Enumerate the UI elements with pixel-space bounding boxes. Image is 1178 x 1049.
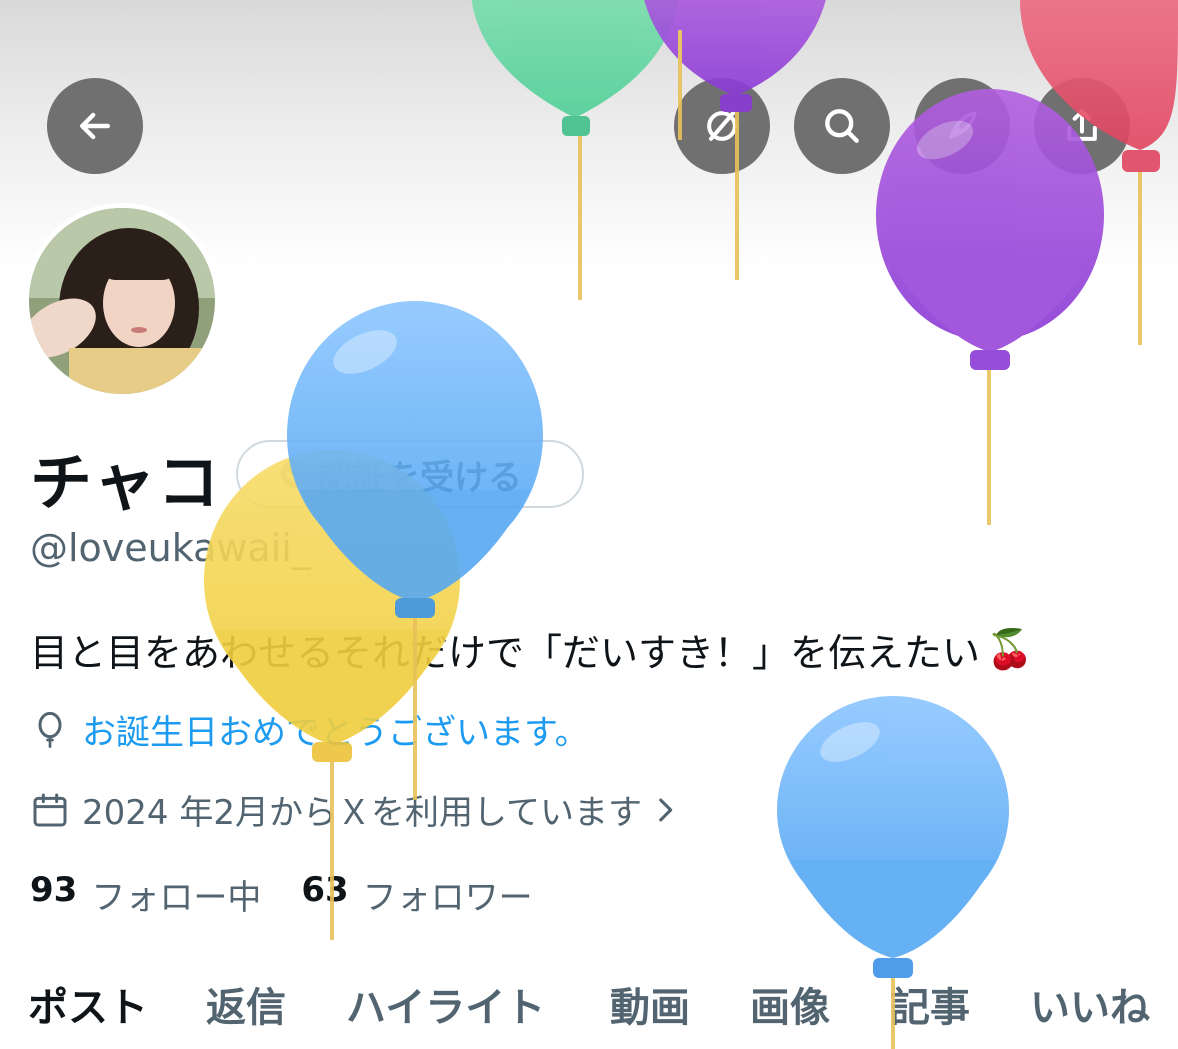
- tab-images[interactable]: 画像: [750, 975, 830, 1033]
- cherry-emoji: 🍒: [986, 627, 1034, 671]
- location-text[interactable]: お誕生日おめでとうございます。: [82, 705, 589, 754]
- verified-badge-icon: [280, 459, 310, 489]
- following-count[interactable]: 93: [30, 870, 77, 919]
- balloon-yellow: [204, 450, 460, 940]
- avatar[interactable]: [24, 203, 220, 399]
- grok-icon: [707, 111, 737, 141]
- feather-icon: [949, 111, 977, 139]
- chevron-right-icon: [659, 798, 673, 821]
- tab-articles[interactable]: 記事: [890, 975, 970, 1033]
- follow-stats: 93 フォロー中 63 フォロワー: [30, 870, 573, 919]
- share-icon: [1067, 109, 1097, 141]
- tab-videos[interactable]: 動画: [610, 975, 690, 1033]
- display-name: チャコ: [30, 446, 222, 519]
- get-verified-label: 認証を受ける: [318, 457, 522, 498]
- profile-tabs: ポスト 返信 ハイライト 動画 画像 記事 いいね: [0, 975, 1178, 1035]
- bio: 目と目をあわせるそれだけで「だいすき！」を伝えたい 🍒: [30, 622, 1033, 677]
- tab-highlights[interactable]: ハイライト: [346, 975, 545, 1033]
- bio-text: 目と目をあわせるそれだけで「だいすき！」を伝えたい: [30, 631, 981, 675]
- arrow-left-icon: [79, 112, 111, 140]
- location-row: お誕生日おめでとうございます。: [30, 705, 589, 754]
- user-handle: @loveukawaii_: [30, 526, 311, 570]
- edit-button[interactable]: [914, 78, 1010, 174]
- tab-replies[interactable]: 返信: [206, 975, 286, 1033]
- balloon-icon: [38, 711, 62, 748]
- get-verified-button[interactable]: 認証を受ける: [236, 440, 584, 508]
- followers-label[interactable]: フォロワー: [363, 870, 533, 919]
- grok-button[interactable]: [674, 78, 770, 174]
- joined-row[interactable]: 2024 年2月からＸを利用しています: [30, 785, 694, 834]
- search-button[interactable]: [794, 78, 890, 174]
- tab-posts[interactable]: ポスト: [28, 975, 148, 1033]
- followers-count[interactable]: 63: [301, 870, 348, 919]
- joined-text: 2024 年2月からＸを利用しています: [82, 793, 642, 833]
- avatar-photo: [29, 208, 215, 394]
- search-icon: [825, 109, 859, 143]
- following-label[interactable]: フォロー中: [91, 870, 261, 919]
- calendar-icon: [33, 793, 67, 826]
- tab-likes[interactable]: いいね: [1030, 975, 1150, 1033]
- share-button[interactable]: [1034, 78, 1130, 174]
- back-button[interactable]: [47, 78, 143, 174]
